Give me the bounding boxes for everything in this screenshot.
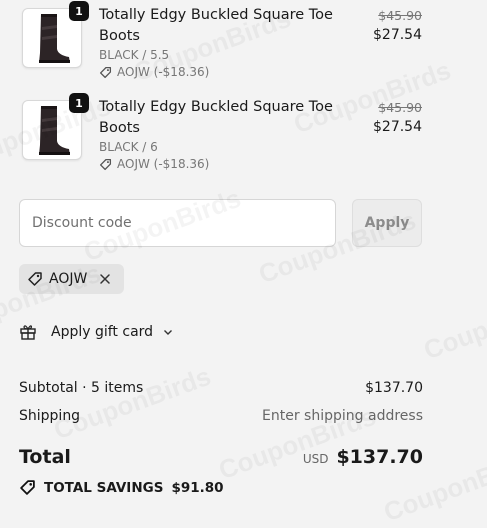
quantity-badge: 1 <box>69 1 89 21</box>
apply-gift-card-toggle[interactable]: Apply gift card <box>19 323 173 341</box>
product-title: Totally Edgy Buckled Square Toe Boots <box>99 99 333 136</box>
discount-code-input[interactable] <box>19 199 336 247</box>
subtotal-value: $137.70 <box>365 380 423 396</box>
gift-icon <box>20 325 36 340</box>
total-label: Total <box>19 446 71 468</box>
product-title: Totally Edgy Buckled Square Toe Boots <box>99 7 333 44</box>
boot-image <box>39 14 70 63</box>
subtotal-label: Subtotal · 5 items <box>19 380 144 396</box>
item-discount: AOJW (-$18.36) <box>99 65 209 79</box>
total-row: Total USD $137.70 <box>19 446 423 468</box>
close-icon[interactable] <box>99 273 111 285</box>
product-variant: BLACK / 6 <box>99 140 158 154</box>
total-savings-row: TOTAL SAVINGS $91.80 <box>19 479 423 496</box>
watermark: CouponBirds <box>420 281 487 366</box>
boot-image <box>39 106 70 155</box>
tag-icon <box>99 158 112 170</box>
gift-card-label: Apply gift card <box>51 324 154 340</box>
chevron-down-icon <box>164 330 173 335</box>
shipping-label: Shipping <box>19 408 81 424</box>
shipping-value: Enter shipping address <box>262 408 423 424</box>
tag-icon <box>20 480 35 495</box>
quantity-badge: 1 <box>69 93 89 113</box>
original-price: $45.90 <box>378 100 422 115</box>
watermark: CouponBirds <box>50 361 215 446</box>
tag-icon <box>28 272 42 286</box>
price: $27.54 <box>373 119 422 135</box>
product-variant: BLACK / 5.5 <box>99 48 170 62</box>
applied-discount-code: AOJW <box>49 271 88 287</box>
item-discount-text: AOJW (-$18.36) <box>117 65 210 79</box>
total-savings-value: $91.80 <box>171 479 224 496</box>
subtotal-row: Subtotal · 5 items $137.70 <box>19 380 423 396</box>
shipping-row: Shipping Enter shipping address <box>19 408 423 424</box>
currency-code: USD <box>302 452 329 466</box>
applied-discount-chip: AOJW <box>19 264 124 294</box>
item-discount: AOJW (-$18.36) <box>99 157 209 171</box>
item-discount-text: AOJW (-$18.36) <box>117 157 210 171</box>
price: $27.54 <box>373 27 422 43</box>
apply-discount-button[interactable]: Apply <box>352 199 422 247</box>
total-value: $137.70 <box>336 446 423 468</box>
total-savings-label: TOTAL SAVINGS <box>44 479 164 496</box>
tag-icon <box>99 66 112 78</box>
original-price: $45.90 <box>378 8 422 23</box>
